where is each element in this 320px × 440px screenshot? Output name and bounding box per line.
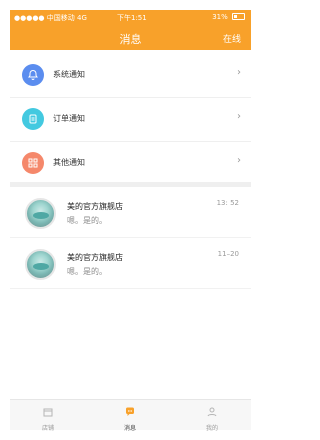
notification-item-other[interactable]: 其他通知 › [10, 142, 251, 186]
chat-item[interactable]: 美的官方旗舰店 嗯。是的。 11–20 [10, 238, 251, 289]
battery-icon [232, 13, 245, 20]
store-icon [18, 403, 78, 422]
bottom-tab-bar: 店铺 消息 我的 [10, 399, 251, 432]
chat-sender: 美的官方旗舰店 [67, 202, 123, 211]
notification-label: 其他通知 [53, 158, 85, 167]
chat-message-preview: 嗯。是的。 [67, 267, 107, 276]
chat-list: 美的官方旗舰店 嗯。是的。 13: 52 美的官方旗舰店 嗯。是的。 11–20 [10, 187, 251, 289]
chat-item[interactable]: 美的官方旗舰店 嗯。是的。 13: 52 [10, 187, 251, 238]
tab-label: 店铺 [41, 425, 54, 432]
tab-messages[interactable]: 消息 [100, 403, 160, 432]
chat-sender: 美的官方旗舰店 [67, 253, 123, 262]
chat-bubble-icon [100, 403, 160, 422]
online-status-button[interactable]: 在线 [223, 32, 241, 45]
avatar [25, 249, 56, 280]
notification-label: 订单通知 [53, 114, 85, 123]
notification-item-system[interactable]: 系统通知 › [10, 54, 251, 98]
chat-time: 13: 52 [216, 199, 239, 207]
status-battery: 31% [212, 13, 245, 21]
status-carrier: ●●●●● 中国移动 4G [14, 14, 87, 22]
chat-message-preview: 嗯。是的。 [67, 216, 107, 225]
notification-label: 系统通知 [53, 70, 85, 79]
grid-icon [22, 152, 44, 174]
avatar [25, 198, 56, 229]
header-bar: ●●●●● 中国移动 4G 下午1:51 31% 消息 在线 [10, 10, 251, 50]
person-icon [182, 403, 242, 422]
tab-label: 我的 [205, 425, 218, 432]
clipboard-icon [22, 108, 44, 130]
chevron-right-icon: › [237, 155, 241, 166]
page-title: 消息 [119, 33, 142, 46]
notification-list: 系统通知 › 订单通知 › 其他通知 › [10, 54, 251, 186]
status-bar: ●●●●● 中国移动 4G 下午1:51 31% [10, 10, 251, 24]
status-time: 下午1:51 [117, 14, 147, 22]
bell-icon [22, 64, 44, 86]
chevron-right-icon: › [237, 111, 241, 122]
tab-me[interactable]: 我的 [182, 403, 242, 432]
tab-label: 消息 [123, 425, 136, 432]
message-screen: ●●●●● 中国移动 4G 下午1:51 31% 消息 在线 系统通知 › 订单… [0, 0, 264, 440]
battery-percent: 31% [212, 13, 228, 21]
chevron-right-icon: › [237, 67, 241, 78]
notification-item-order[interactable]: 订单通知 › [10, 98, 251, 142]
tab-store[interactable]: 店铺 [18, 403, 78, 432]
chat-time: 11–20 [217, 250, 239, 258]
